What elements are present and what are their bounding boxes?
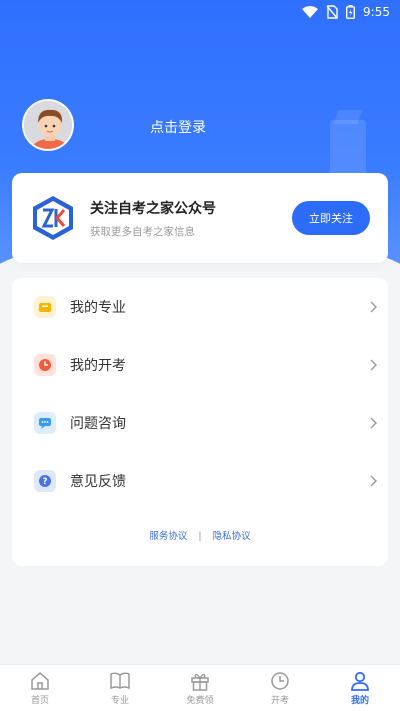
menu-label-feedback: 意见反馈 [70, 474, 126, 490]
service-agreement-link[interactable]: 服务协议 [149, 531, 187, 542]
follow-card: 关注自考之家公众号 获取更多自考之家信息 立即关注 [12, 173, 388, 263]
tab-home[interactable]: 首页 [0, 665, 80, 711]
agreement-links: 服务协议 | 隐私协议 [12, 528, 388, 542]
follow-title: 关注自考之家公众号 [90, 200, 216, 217]
zikao-logo-icon [33, 196, 73, 240]
tab-label-home: 首页 [30, 695, 49, 706]
tab-exam[interactable]: 开考 [240, 665, 320, 711]
chevron-right-icon [370, 301, 377, 313]
avatar[interactable] [22, 99, 74, 151]
no-sim-icon [326, 5, 338, 19]
follow-subtitle: 获取更多自考之家信息 [90, 225, 195, 238]
home-icon [31, 671, 49, 690]
follow-button[interactable]: 立即关注 [292, 201, 370, 235]
svg-text:?: ? [42, 477, 47, 487]
status-time: 9:55 [363, 5, 390, 19]
tab-label-free: 免费领 [186, 695, 214, 706]
profile-area[interactable] [22, 99, 74, 151]
menu-item-consult[interactable]: 问题咨询 [12, 394, 388, 452]
link-separator: | [198, 531, 202, 542]
help-icon: ? [34, 470, 56, 492]
menu-label-major: 我的专业 [70, 300, 126, 316]
bottom-tabbar: 首页 专业 免费领 开考 我的 [0, 664, 400, 711]
login-text[interactable]: 点击登录 [150, 117, 206, 137]
menu-item-exam[interactable]: 我的开考 [12, 336, 388, 394]
chevron-right-icon [370, 359, 377, 371]
battery-icon [346, 5, 356, 19]
tab-label-major: 专业 [110, 695, 129, 706]
chevron-right-icon [370, 417, 377, 429]
clock-icon [34, 354, 56, 376]
folder-icon [34, 296, 56, 318]
tab-label-mine: 我的 [350, 695, 369, 706]
status-bar: 9:55 [0, 0, 400, 24]
clock-icon [271, 671, 289, 690]
user-icon [351, 671, 369, 691]
book-icon [110, 671, 130, 689]
chat-icon [34, 412, 56, 434]
menu-item-major[interactable]: 我的专业 [12, 278, 388, 336]
menu-label-consult: 问题咨询 [70, 416, 126, 432]
menu-label-exam: 我的开考 [70, 358, 126, 374]
menu-card: 我的专业 我的开考 问题咨询 ? 意见反馈 服务协议 | 隐私协议 [12, 278, 388, 566]
privacy-policy-link[interactable]: 隐私协议 [213, 531, 251, 542]
tab-major[interactable]: 专业 [80, 665, 160, 711]
wifi-icon [302, 6, 319, 18]
tab-label-exam: 开考 [270, 695, 289, 706]
tab-mine[interactable]: 我的 [320, 665, 400, 711]
chevron-right-icon [370, 475, 377, 487]
tab-free[interactable]: 免费领 [160, 665, 240, 711]
menu-item-feedback[interactable]: ? 意见反馈 [12, 452, 388, 510]
gift-icon [191, 673, 209, 691]
